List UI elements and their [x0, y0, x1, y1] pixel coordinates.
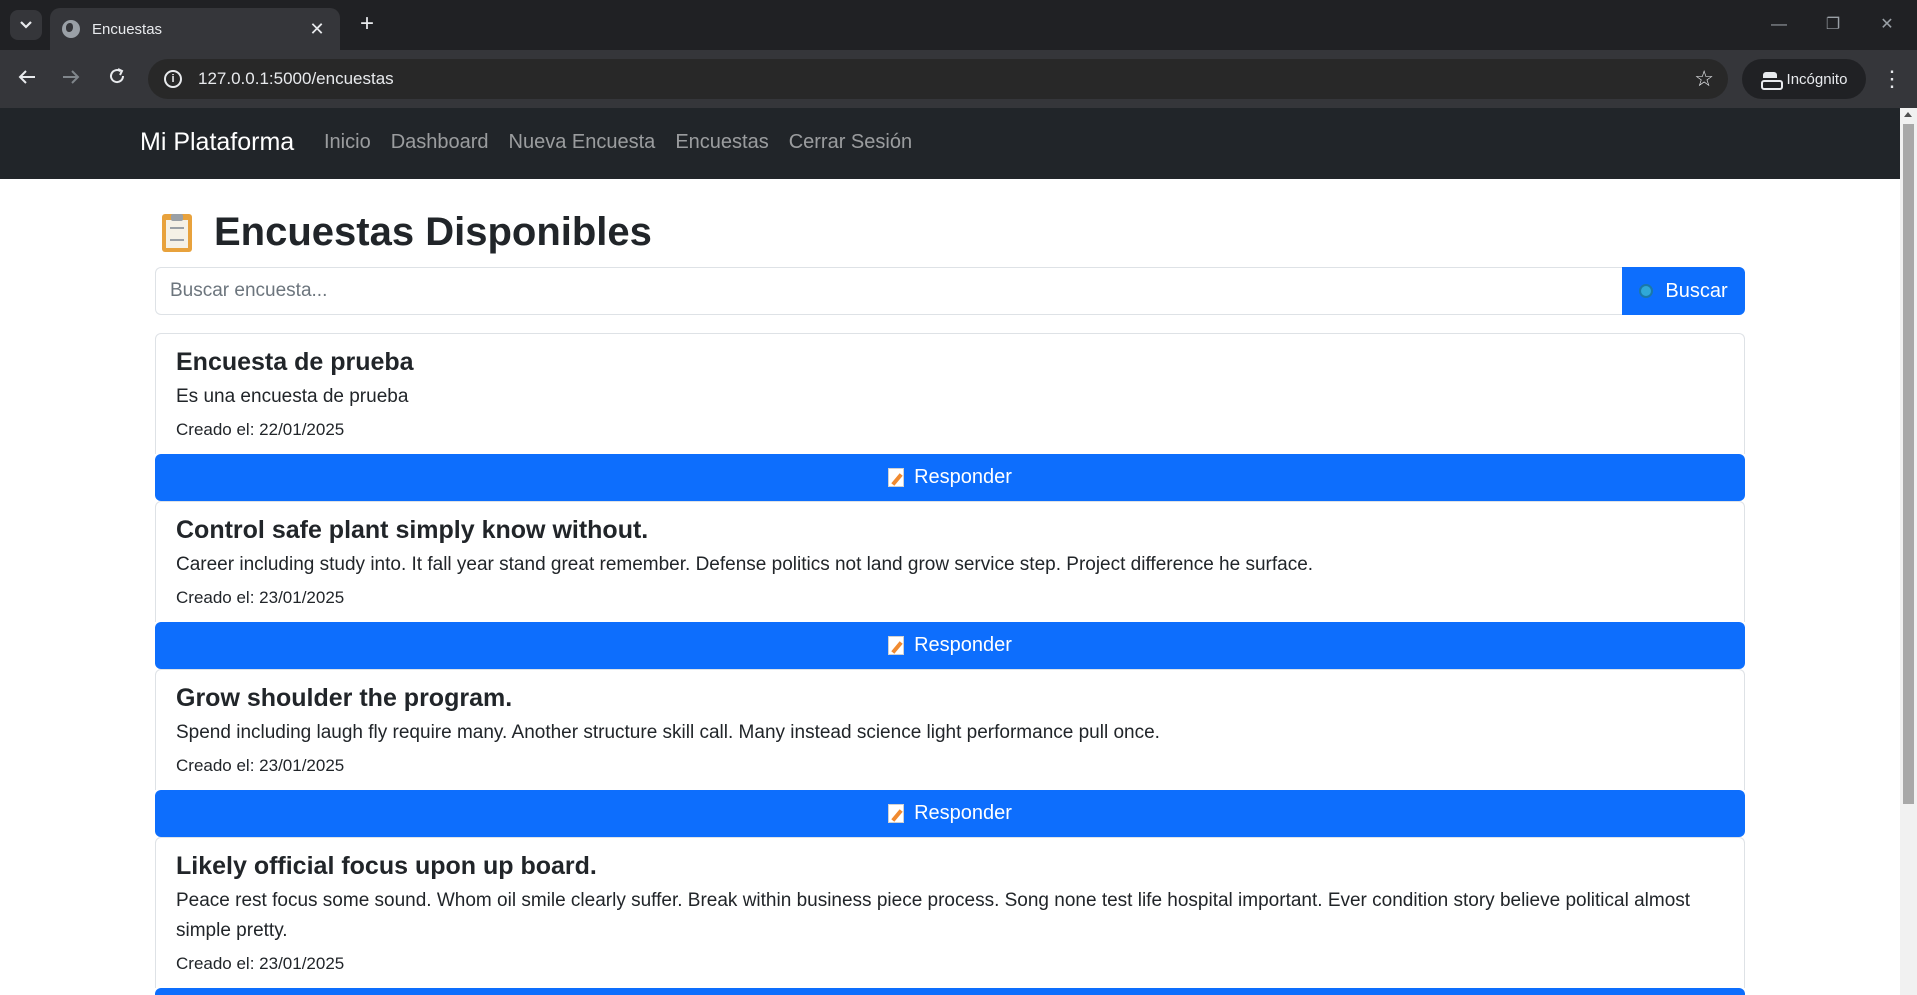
survey-created-date: Creado el: 22/01/2025	[176, 420, 345, 439]
survey-description: Peace rest focus some sound. Whom oil sm…	[176, 890, 1691, 941]
close-tab-icon[interactable]: ✕	[306, 19, 328, 40]
respond-button[interactable]: Responder	[155, 790, 1745, 837]
survey-card: Control safe plant simply know without. …	[155, 501, 1745, 622]
incognito-icon	[1760, 72, 1783, 90]
respond-button-label: Responder	[914, 466, 1012, 488]
page-title: Encuestas Disponibles	[162, 210, 652, 255]
close-window-button[interactable]: ✕	[1864, 10, 1910, 40]
respond-button[interactable]: Responder	[155, 622, 1745, 669]
nav-link-encuestas[interactable]: Encuestas	[675, 131, 768, 154]
tab-title: Encuestas	[92, 20, 163, 38]
search-form: Buscar	[155, 267, 1745, 315]
survey-title: Likely official focus upon up board.	[176, 852, 597, 880]
arrow-right-icon	[63, 70, 80, 84]
magnifier-icon	[1639, 284, 1654, 298]
survey-created-date: Creado el: 23/01/2025	[176, 588, 345, 607]
search-button[interactable]: Buscar	[1622, 267, 1745, 315]
survey-title: Grow shoulder the program.	[176, 684, 513, 712]
reload-icon	[110, 68, 125, 84]
respond-button[interactable]: Responder	[155, 988, 1745, 995]
respond-button-label: Responder	[914, 802, 1012, 824]
forward-button[interactable]	[56, 64, 86, 94]
url-text: 127.0.0.1:5000/encuestas	[198, 69, 394, 88]
browser-tab-encuestas[interactable]: Encuestas ✕	[50, 8, 340, 50]
restore-window-button[interactable]: ❐	[1810, 10, 1856, 40]
page-scrollbar[interactable]	[1900, 108, 1917, 995]
site-navbar: Mi Plataforma Inicio Dashboard Nueva Enc…	[0, 108, 1900, 179]
arrow-left-icon	[18, 70, 35, 84]
page-viewport: Mi Plataforma Inicio Dashboard Nueva Enc…	[0, 108, 1917, 995]
nav-link-inicio[interactable]: Inicio	[324, 131, 371, 154]
chevron-down-icon	[20, 21, 32, 29]
navbar-brand[interactable]: Mi Plataforma	[140, 128, 294, 157]
memo-icon	[888, 468, 905, 487]
search-button-label: Buscar	[1665, 279, 1728, 302]
browser-menu-icon[interactable]: ⋮	[1880, 64, 1904, 94]
incognito-badge[interactable]: Incógnito	[1742, 59, 1866, 99]
memo-icon	[888, 804, 905, 823]
scrollbar-thumb[interactable]	[1903, 124, 1914, 804]
back-button[interactable]	[12, 64, 42, 94]
survey-description: Es una encuesta de prueba	[176, 386, 409, 407]
tab-search-button[interactable]	[10, 10, 42, 40]
scroll-up-arrow-icon[interactable]	[1904, 112, 1912, 117]
browser-tab-strip: Encuestas ✕ + — ❐ ✕	[0, 0, 1917, 50]
survey-title: Encuesta de prueba	[176, 348, 414, 376]
reload-button[interactable]	[102, 64, 132, 94]
nav-link-nueva-encuesta[interactable]: Nueva Encuesta	[509, 131, 656, 154]
survey-description: Career including study into. It fall yea…	[176, 554, 1314, 575]
new-tab-button[interactable]: +	[352, 10, 382, 40]
survey-created-date: Creado el: 23/01/2025	[176, 954, 345, 973]
address-bar[interactable]: i 127.0.0.1:5000/encuestas ☆	[148, 59, 1728, 99]
bookmark-star-icon[interactable]: ☆	[1694, 66, 1714, 92]
incognito-label: Incógnito	[1786, 70, 1848, 88]
survey-title: Control safe plant simply know without.	[176, 516, 649, 544]
minimize-window-button[interactable]: —	[1756, 10, 1802, 40]
page-title-text: Encuestas Disponibles	[214, 210, 652, 254]
navbar-links: Inicio Dashboard Nueva Encuesta Encuesta…	[324, 131, 932, 154]
survey-description: Spend including laugh fly require many. …	[176, 722, 1160, 743]
respond-button-label: Responder	[914, 634, 1012, 656]
browser-toolbar: i 127.0.0.1:5000/encuestas ☆ Incógnito ⋮	[0, 50, 1917, 108]
survey-list: Encuesta de prueba Es una encuesta de pr…	[155, 333, 1745, 995]
search-input[interactable]	[155, 267, 1622, 315]
survey-created-date: Creado el: 23/01/2025	[176, 756, 345, 775]
memo-icon	[888, 636, 905, 655]
survey-card: Likely official focus upon up board. Pea…	[155, 837, 1745, 988]
survey-card: Encuesta de prueba Es una encuesta de pr…	[155, 333, 1745, 454]
site-info-icon[interactable]: i	[164, 70, 182, 88]
survey-card: Grow shoulder the program. Spend includi…	[155, 669, 1745, 790]
globe-icon	[62, 20, 80, 38]
nav-link-dashboard[interactable]: Dashboard	[391, 131, 489, 154]
nav-link-cerrar-sesion[interactable]: Cerrar Sesión	[789, 131, 912, 154]
respond-button[interactable]: Responder	[155, 454, 1745, 501]
clipboard-icon	[162, 213, 192, 252]
